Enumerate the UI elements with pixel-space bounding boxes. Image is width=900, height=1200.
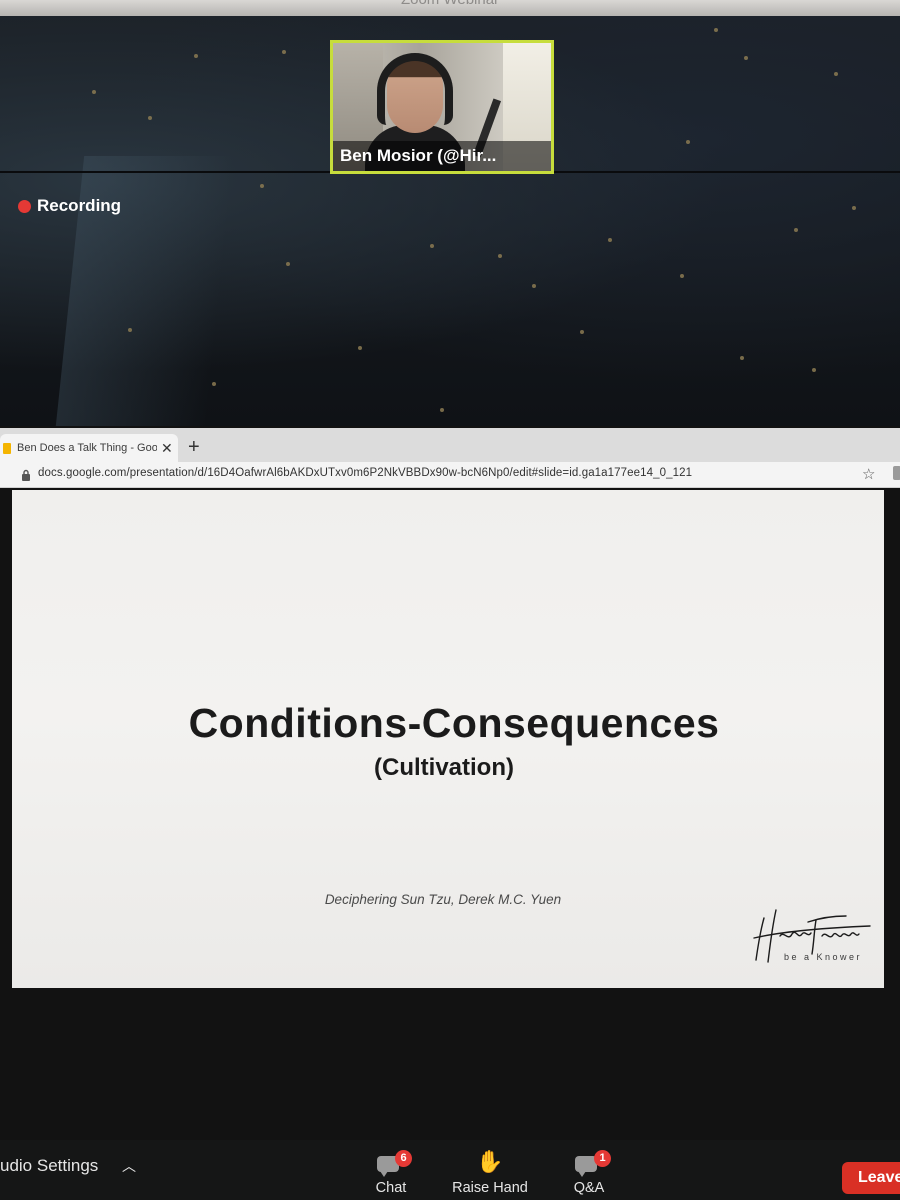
speckle: [212, 382, 216, 386]
speckle: [498, 254, 502, 258]
qa-icon-wrap: 1: [572, 1148, 611, 1177]
speckle: [834, 72, 838, 76]
browser-tab[interactable]: Ben Does a Talk Thing - Google ✕: [0, 434, 178, 462]
bookmark-star-icon[interactable]: ☆: [862, 465, 875, 483]
slide-credit: Deciphering Sun Tzu, Derek M.C. Yuen: [324, 892, 562, 907]
speckle: [92, 90, 96, 94]
extension-icon[interactable]: [893, 466, 900, 480]
speckle: [686, 140, 690, 144]
speckle: [282, 50, 286, 54]
tab-title: Ben Does a Talk Thing - Google: [17, 442, 157, 454]
webinar-stage: Ben Mosior (@Hir... Recording: [0, 16, 900, 426]
recording-indicator: Recording: [18, 196, 121, 216]
participant-video-tile[interactable]: Ben Mosior (@Hir...: [330, 40, 554, 174]
logo-tagline: be a Knower: [784, 952, 862, 962]
speckle: [714, 28, 718, 32]
speckle: [260, 184, 264, 188]
lock-icon: [22, 469, 30, 481]
speckle: [812, 368, 816, 372]
audio-settings-button[interactable]: udio Settings: [0, 1156, 98, 1176]
zoom-toolbar: udio Settings ︿ 6 Chat ✋ Raise Hand 1 Q&…: [0, 1140, 900, 1200]
speckle: [794, 228, 798, 232]
raise-hand-label: Raise Hand: [452, 1180, 528, 1196]
leave-button[interactable]: Leave: [842, 1162, 900, 1194]
presentation-slide: Conditions-Consequences (Cultivation) De…: [12, 490, 884, 988]
speckle: [744, 56, 748, 60]
chevron-up-icon[interactable]: ︿: [122, 1156, 136, 1176]
speckle: [194, 54, 198, 58]
speckle: [532, 284, 536, 288]
chat-button[interactable]: 6 Chat: [374, 1148, 412, 1196]
speckle: [128, 328, 132, 332]
qa-button[interactable]: 1 Q&A: [572, 1148, 611, 1196]
speckle: [852, 206, 856, 210]
chat-label: Chat: [375, 1180, 407, 1196]
close-tab-icon[interactable]: ✕: [161, 440, 173, 457]
qa-label: Q&A: [573, 1180, 605, 1196]
hired-thought-logo: be a Knower: [753, 909, 871, 963]
browser-tabstrip: Ben Does a Talk Thing - Google ✕ +: [0, 428, 900, 462]
speckle: [148, 116, 152, 120]
speckle: [608, 238, 612, 242]
speckle: [358, 346, 362, 350]
speckle: [580, 330, 584, 334]
chat-badge: 6: [395, 1150, 412, 1167]
new-tab-icon[interactable]: +: [188, 435, 200, 459]
recording-dot-icon: [18, 199, 31, 213]
headphones: [377, 53, 453, 125]
browser-window: Ben Does a Talk Thing - Google ✕ + docs.…: [0, 428, 900, 991]
google-slides-icon: [3, 442, 11, 454]
window-title: Zoom Webinar: [401, 0, 499, 8]
raise-hand-icon: ✋: [476, 1149, 504, 1174]
address-bar[interactable]: docs.google.com/presentation/d/16D4Oafwr…: [0, 462, 900, 488]
speckle: [286, 262, 290, 266]
slide-subtitle: (Cultivation): [374, 754, 514, 781]
speckle: [740, 356, 744, 360]
chat-icon-wrap: 6: [374, 1148, 412, 1177]
qa-badge: 1: [594, 1150, 611, 1167]
speckle: [680, 274, 684, 278]
participant-name-label: Ben Mosior (@Hir...: [333, 141, 551, 171]
slide-title: Conditions-Consequences: [188, 700, 720, 746]
speckle: [440, 408, 444, 412]
recording-label: Recording: [37, 196, 122, 215]
raise-hand-icon-wrap: ✋: [448, 1148, 532, 1176]
window-titlebar: Zoom Webinar: [0, 0, 900, 16]
speckle: [430, 244, 434, 248]
raise-hand-button[interactable]: ✋ Raise Hand: [448, 1148, 532, 1196]
url-text[interactable]: docs.google.com/presentation/d/16D4Oafwr…: [38, 467, 692, 479]
